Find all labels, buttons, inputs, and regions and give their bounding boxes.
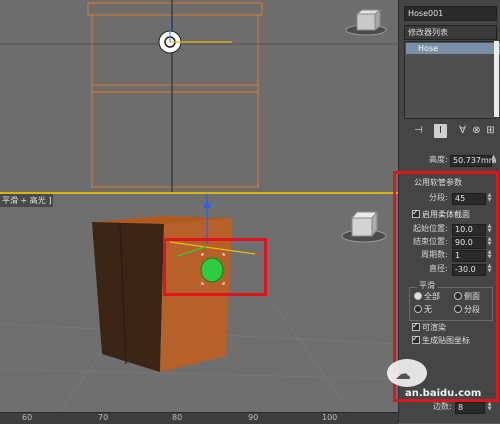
sides-spinner[interactable]: ▲ ▼ (487, 402, 492, 412)
modifier-stack[interactable]: Hose (404, 41, 500, 119)
stack-toolbar: ⊣ Ⅰ ∀ ⊗ ⊞ (404, 124, 496, 140)
show-end-result-icon[interactable]: Ⅰ (434, 124, 447, 138)
ruler-tick: 70 (98, 413, 109, 422)
hose-selection-highlight (163, 238, 267, 296)
perspective-scene: x (0, 194, 398, 412)
time-ruler[interactable]: 60 70 80 90 100 (0, 412, 398, 424)
pin-stack-icon[interactable]: ⊣ (412, 124, 425, 138)
sides-input[interactable]: 8 (455, 402, 485, 414)
make-unique-icon[interactable]: ∀ (456, 124, 469, 138)
svg-text:☁: ☁ (395, 364, 411, 383)
baidu-logo-icon: ☁ (387, 359, 427, 387)
perspective-viewport[interactable]: x (0, 194, 398, 412)
configure-sets-icon[interactable]: ⊞ (484, 124, 497, 138)
ruler-tick: 90 (248, 413, 259, 422)
ruler-tick: 80 (172, 413, 183, 422)
top-viewport-scene: x (0, 0, 398, 192)
view-cube-icon (341, 210, 387, 243)
sides-row: 边数: 8 ▲ ▼ (399, 401, 500, 414)
hose-top-gizmo: x (158, 22, 237, 54)
stack-scrollbar[interactable] (494, 41, 499, 117)
sides-label: 边数: (433, 402, 452, 411)
object-name-field[interactable]: Hose001 (404, 6, 497, 21)
remove-modifier-icon[interactable]: ⊗ (470, 124, 483, 138)
modifier-list-dropdown[interactable]: 修改器列表 (404, 25, 497, 40)
ruler-tick: 100 (322, 413, 338, 422)
watermark-text: an.baidu.com (405, 388, 482, 399)
ruler-tick: 60 (22, 413, 33, 422)
stack-item-hose[interactable]: Hose (406, 43, 500, 54)
top-viewport[interactable]: x (0, 0, 398, 192)
height-input[interactable]: 50.737mm (450, 155, 497, 167)
height-label: 高度: (429, 155, 448, 164)
viewport-label[interactable]: 平滑 + 高光 ] (0, 194, 54, 207)
height-spinner[interactable]: ▲ ▼ (491, 155, 496, 165)
view-cube-icon (345, 8, 387, 36)
svg-text:x: x (233, 39, 237, 46)
height-row: 高度: 50.737mm ▲ ▼ (399, 154, 500, 167)
